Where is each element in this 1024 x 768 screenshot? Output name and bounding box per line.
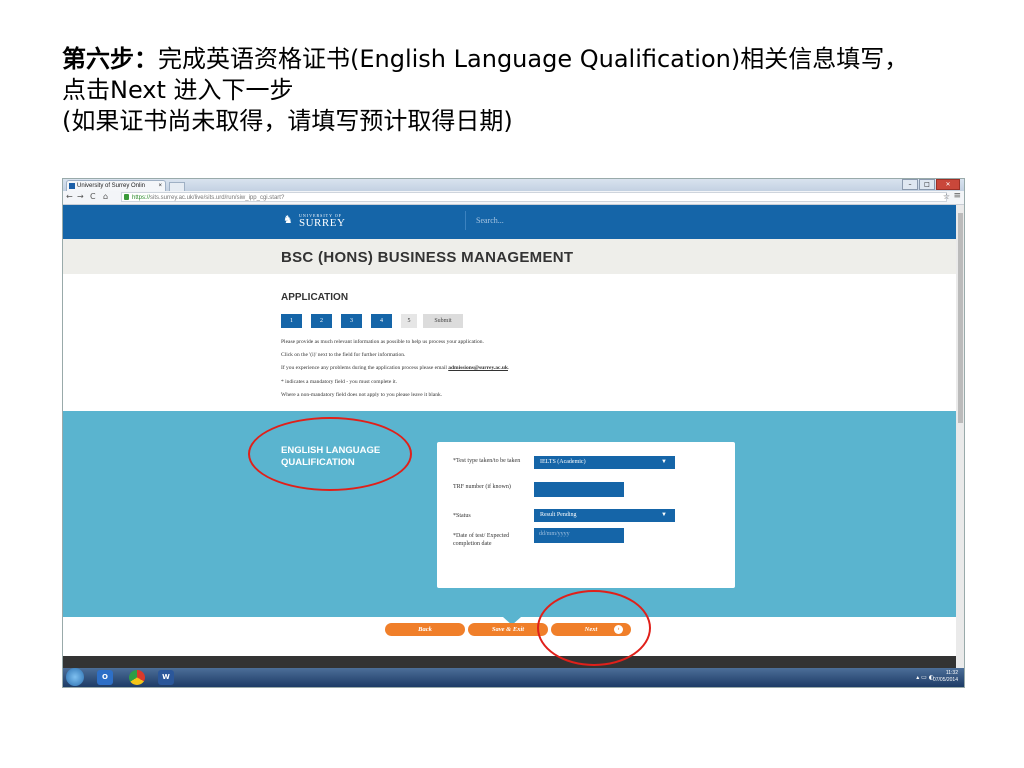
scrollbar-thumb[interactable] [958,213,963,423]
help-line-2: Click on the '(i)' next to the field for… [281,352,406,359]
help-line-4: * indicates a mandatory field - you must… [281,378,398,385]
programme-title-bar: BSC (HONS) BUSINESS MANAGEMENT [63,239,956,274]
taskbar-clock[interactable]: 11:32 07/05/2014 [933,670,958,684]
stag-icon: ♞ [283,214,293,226]
url-field[interactable]: https://sits.surrey.ac.uk/live/sits.urd/… [121,192,947,202]
home-icon[interactable]: ⌂ [103,192,108,201]
application-heading: APPLICATION [281,292,349,303]
caption-line-2: 点击Next 进入下一步 [62,76,294,104]
step-navigation: 1 2 3 4 5 Submit [281,314,472,328]
bookmark-star-icon[interactable]: ☆ [943,192,950,201]
step-4-button[interactable]: 4 [371,314,392,328]
step-2-button[interactable]: 2 [311,314,332,328]
window-controls: – □ ✕ [901,179,960,190]
tab-title: University of Surrey Onlin [77,183,146,189]
english-qualification-panel: ENGLISH LANGUAGE QUALIFICATION *Test typ… [63,411,956,617]
logo-big-text: SURREY [299,217,346,229]
forward-arrow-icon[interactable]: → [77,192,84,201]
site-footer [63,656,956,668]
step-3-button[interactable]: 3 [341,314,362,328]
close-window-button[interactable]: ✕ [936,179,960,190]
save-exit-button[interactable]: Save & Exit [468,623,548,636]
annotation-ellipse-next [537,590,651,666]
chevron-down-icon: ▼ [661,459,667,465]
chevron-down-icon: ▼ [661,512,667,518]
help-line-1: Please provide as much relevant informat… [281,339,484,345]
help-text: Please provide as much relevant informat… [281,336,781,402]
back-arrow-icon[interactable]: ← [66,192,73,201]
trf-number-input[interactable] [534,482,624,497]
date-label: *Date of test/ Expected completion date [453,533,510,547]
test-type-select[interactable]: IELTS (Academic) ▼ [534,456,675,469]
site-header: ♞ UNIVERSITY OF SURREY Search... [63,205,956,239]
favicon-icon [69,183,75,189]
status-value: Result Pending [540,512,577,518]
minimize-button[interactable]: – [902,179,918,190]
help-line-3-end: . [507,365,510,372]
caption-line-1: 第六步：完成英语资格证书(English Language Qualificat… [62,44,1002,75]
url-path: sits.surrey.ac.uk/live/sits.urd/run/siw_… [150,195,285,201]
admissions-email-link[interactable]: admissions@surrey.ac.uk [448,365,508,371]
help-line-3-text: If you experience any problems during th… [281,365,449,372]
programme-title: BSC (HONS) BUSINESS MANAGEMENT [281,249,574,266]
clock-time: 11:32 [945,670,958,676]
step-1-button[interactable]: 1 [281,314,302,328]
status-select[interactable]: Result Pending ▼ [534,509,675,522]
date-input[interactable]: dd/mm/yyyy [534,528,624,543]
chrome-icon[interactable] [129,670,145,685]
slide-caption: 第六步：完成英语资格证书(English Language Qualificat… [62,44,1002,137]
url-scheme: https:// [132,195,151,201]
qualification-form: *Test type taken/to be taken IELTS (Acad… [437,442,735,588]
caption-step-text: 完成英语资格证书(English Language Qualification)… [158,45,909,73]
windows-taskbar: O W ▴ ▭ ◐ 11:32 07/05/2014 [63,668,964,687]
browser-tab-bar: University of Surrey Onlin × – □ ✕ [63,179,964,192]
browser-screenshot: University of Surrey Onlin × – □ ✕ ← → C… [62,178,965,688]
address-bar: ← → C ⌂ https://sits.surrey.ac.uk/live/s… [63,191,964,205]
submit-step-button[interactable]: Submit [423,314,463,328]
lock-icon [124,194,129,200]
clock-date: 07/05/2014 [932,677,958,683]
help-line-3: If you experience any problems during th… [281,362,781,375]
start-button-icon[interactable] [66,668,84,686]
word-icon[interactable]: W [158,670,174,685]
help-line-5: Where a non-mandatory field does not app… [281,391,443,398]
site-search-input[interactable]: Search... [465,211,765,230]
trf-number-label: TRF number (if known) [453,484,511,490]
maximize-button[interactable]: □ [919,179,935,190]
browser-menu-icon[interactable]: ≡ [953,191,961,201]
test-type-value: IELTS (Academic) [540,459,586,465]
form-buttons: Back Save & Exit Next › [63,623,956,637]
system-tray-icons[interactable]: ▴ ▭ ◐ [916,674,934,681]
test-type-label: *Test type taken/to be taken [453,458,521,464]
annotation-ellipse-section [248,417,412,491]
step-5-current: 5 [401,314,417,328]
caption-line-3: (如果证书尚未取得，请填写预计取得日期) [62,107,513,135]
reload-icon[interactable]: C [90,192,96,201]
browser-tab[interactable]: University of Surrey Onlin × [66,180,166,191]
back-button[interactable]: Back [385,623,465,636]
outlook-icon[interactable]: O [97,670,113,685]
caption-step-label: 第六步： [62,45,158,73]
status-label: *Status [453,513,471,519]
